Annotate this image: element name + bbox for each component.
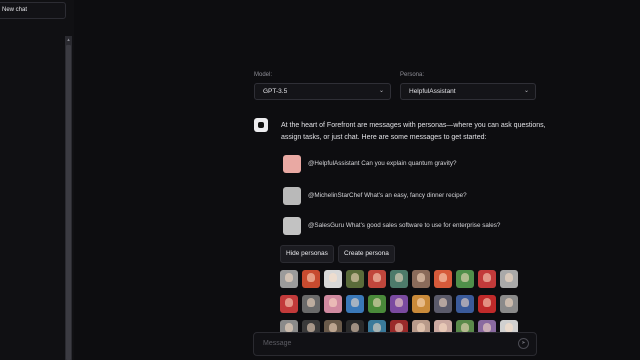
- scroll-up-arrow-icon[interactable]: ▴: [65, 36, 72, 44]
- persona-tile[interactable]: [478, 270, 496, 288]
- persona-tile[interactable]: [324, 295, 342, 313]
- persona-avatar-icon: [483, 273, 491, 282]
- chevron-down-icon: ⌄: [378, 88, 384, 94]
- persona-avatar-icon: [285, 273, 293, 282]
- suggested-prompt[interactable]: @HelpfulAssistant Can you explain quantu…: [283, 155, 523, 173]
- persona-tile[interactable]: [324, 270, 342, 288]
- persona-avatar-icon: [439, 298, 447, 307]
- persona-avatar-icon: [373, 273, 381, 282]
- persona-avatar-icon: [461, 298, 469, 307]
- persona-tile[interactable]: [390, 270, 408, 288]
- persona-avatar-icon: [461, 273, 469, 282]
- new-chat-button[interactable]: New chat: [0, 2, 66, 19]
- persona-tile[interactable]: [368, 295, 386, 313]
- persona-tile[interactable]: [390, 295, 408, 313]
- suggested-prompt[interactable]: @MichelinStarChef What's an easy, fancy …: [283, 187, 523, 205]
- persona-avatar-icon: [505, 323, 513, 332]
- persona-tile[interactable]: [478, 295, 496, 313]
- create-persona-label: Create persona: [344, 250, 389, 257]
- persona-tile[interactable]: [456, 295, 474, 313]
- persona-avatar-icon: [373, 323, 381, 332]
- model-select[interactable]: GPT-3.5 ⌄: [254, 83, 391, 100]
- persona-tile[interactable]: [500, 270, 518, 288]
- persona-tile[interactable]: [434, 295, 452, 313]
- persona-avatar: [283, 187, 301, 205]
- persona-avatar-icon: [285, 323, 293, 332]
- persona-avatar-icon: [505, 298, 513, 307]
- persona-avatar-icon: [307, 298, 315, 307]
- persona-avatar-icon: [417, 323, 425, 332]
- persona-tile[interactable]: [412, 295, 430, 313]
- persona-tile[interactable]: [368, 270, 386, 288]
- suggested-prompt-text: @MichelinStarChef What's an easy, fancy …: [308, 192, 467, 199]
- persona-avatar-icon: [351, 323, 359, 332]
- persona-tile[interactable]: [280, 270, 298, 288]
- suggested-prompt-text: @HelpfulAssistant Can you explain quantu…: [308, 160, 457, 167]
- persona-avatar-icon: [395, 298, 403, 307]
- hide-personas-button[interactable]: Hide personas: [280, 245, 334, 263]
- model-label: Model:: [254, 72, 273, 78]
- model-value: GPT-3.5: [263, 88, 288, 95]
- create-persona-button[interactable]: Create persona: [338, 245, 395, 263]
- chevron-down-icon: ⌄: [523, 88, 529, 94]
- persona-tile[interactable]: [346, 295, 364, 313]
- persona-avatar-icon: [439, 323, 447, 332]
- persona-select[interactable]: HelpfulAssistant ⌄: [400, 83, 536, 100]
- persona-avatar-icon: [395, 273, 403, 282]
- persona-tile[interactable]: [346, 270, 364, 288]
- persona-avatar-icon: [307, 273, 315, 282]
- persona-label: Persona:: [400, 72, 425, 78]
- persona-avatar-icon: [373, 298, 381, 307]
- persona-avatar-icon: [395, 323, 403, 332]
- persona-avatar: [283, 217, 301, 235]
- forefront-logo-icon: [254, 118, 268, 132]
- persona-tile[interactable]: [412, 270, 430, 288]
- persona-tile[interactable]: [302, 295, 320, 313]
- persona-tile[interactable]: [500, 295, 518, 313]
- persona-avatar-icon: [307, 323, 315, 332]
- persona-avatar-icon: [329, 273, 337, 282]
- persona-avatar-icon: [439, 273, 447, 282]
- persona-avatar-icon: [417, 273, 425, 282]
- persona-avatar-icon: [351, 273, 359, 282]
- scrollbar-thumb[interactable]: [66, 45, 71, 360]
- persona-tile[interactable]: [434, 270, 452, 288]
- message-placeholder: Message: [263, 340, 292, 347]
- persona-tile[interactable]: [280, 295, 298, 313]
- persona-avatar-icon: [483, 323, 491, 332]
- message-input[interactable]: Message ➤: [253, 332, 537, 356]
- persona-avatar-icon: [351, 298, 359, 307]
- persona-avatar: [283, 155, 301, 173]
- sidebar: New chat: [0, 0, 74, 360]
- persona-avatar-icon: [483, 298, 491, 307]
- new-chat-label: New chat: [2, 7, 28, 13]
- intro-text: At the heart of Forefront are messages w…: [281, 122, 546, 141]
- persona-avatar-icon: [461, 323, 469, 332]
- persona-avatar-icon: [417, 298, 425, 307]
- persona-avatar-icon: [329, 298, 337, 307]
- suggested-prompt-text: @SalesGuru What's good sales software to…: [308, 222, 501, 229]
- hide-personas-label: Hide personas: [286, 250, 328, 257]
- persona-tile[interactable]: [456, 270, 474, 288]
- persona-avatar-icon: [329, 323, 337, 332]
- persona-avatar-icon: [285, 298, 293, 307]
- persona-value: HelpfulAssistant: [409, 88, 456, 95]
- suggested-prompt[interactable]: @SalesGuru What's good sales software to…: [283, 217, 523, 235]
- persona-tile[interactable]: [302, 270, 320, 288]
- send-icon[interactable]: ➤: [518, 338, 529, 349]
- persona-avatar-icon: [505, 273, 513, 282]
